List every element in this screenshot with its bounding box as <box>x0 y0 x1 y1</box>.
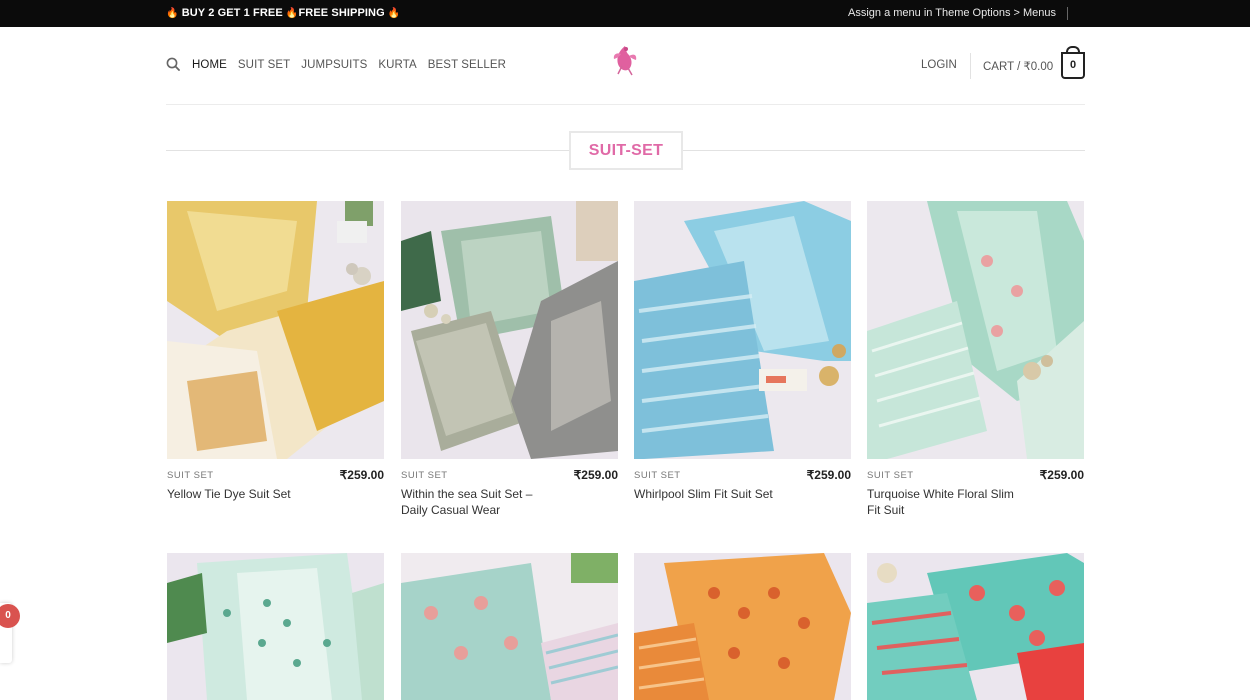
promo-offer: BUY 2 GET 1 FREE <box>181 7 283 19</box>
nav-item-suit-set[interactable]: SUIT SET <box>238 59 290 71</box>
header-divider <box>166 104 1085 105</box>
site-header: HOME SUIT SET JUMPSUITS KURTA BEST SELLE… <box>0 27 1250 105</box>
promo-shipping: FREE SHIPPING <box>298 7 385 19</box>
product-image[interactable] <box>401 201 618 459</box>
product-name[interactable]: Whirlpool Slim Fit Suit Set <box>634 486 794 502</box>
product-image[interactable] <box>867 201 1084 459</box>
floating-count-badge[interactable]: 0 <box>0 604 20 628</box>
product-category: SUIT SET <box>867 470 914 481</box>
product-name[interactable]: Yellow Tie Dye Suit Set <box>167 486 327 502</box>
product-price: ₹259.00 <box>1039 468 1084 482</box>
fire-icon: 🔥 <box>387 8 401 19</box>
product-image[interactable] <box>634 553 851 700</box>
logo-mark <box>613 46 637 76</box>
divider <box>970 53 971 79</box>
nav-item-best-seller[interactable]: BEST SELLER <box>428 59 506 71</box>
product-image[interactable] <box>167 201 384 459</box>
product-image[interactable] <box>167 553 384 700</box>
product-name[interactable]: Within the sea Suit Set – Daily Casual W… <box>401 486 561 518</box>
product-category: SUIT SET <box>167 470 214 481</box>
product-name[interactable]: Turquoise White Floral Slim Fit Suit <box>867 486 1027 518</box>
fire-icon: 🔥 <box>285 8 299 19</box>
nav-item-jumpsuits[interactable]: JUMPSUITS <box>301 59 367 71</box>
cart-count-badge[interactable]: 0 <box>1061 52 1085 79</box>
product-price: ₹259.00 <box>806 468 851 482</box>
divider <box>1067 7 1068 20</box>
promo-text: 🔥 BUY 2 GET 1 FREE 🔥FREE SHIPPING 🔥 <box>166 7 400 19</box>
product-image[interactable] <box>634 201 851 459</box>
nav-item-kurta[interactable]: KURTA <box>378 59 416 71</box>
cart-link[interactable]: CART / ₹0.00 <box>983 59 1053 73</box>
product-category: SUIT SET <box>401 470 448 481</box>
menu-assign-link[interactable]: Assign a menu in Theme Options > Menus <box>848 7 1056 19</box>
product-price: ₹259.00 <box>339 468 384 482</box>
section-title: SUIT-SET <box>569 131 683 170</box>
product-image[interactable] <box>401 553 618 700</box>
top-announcement-bar: 🔥 BUY 2 GET 1 FREE 🔥FREE SHIPPING 🔥 Assi… <box>0 0 1250 27</box>
search-icon[interactable] <box>166 57 180 71</box>
site-logo[interactable] <box>602 42 648 86</box>
product-category: SUIT SET <box>634 470 681 481</box>
fire-icon: 🔥 <box>166 8 179 19</box>
login-link[interactable]: LOGIN <box>921 59 957 71</box>
nav-item-home[interactable]: HOME <box>192 59 227 71</box>
product-image[interactable] <box>867 553 1084 700</box>
main-nav: HOME SUIT SET JUMPSUITS KURTA BEST SELLE… <box>192 59 517 71</box>
product-price: ₹259.00 <box>573 468 618 482</box>
